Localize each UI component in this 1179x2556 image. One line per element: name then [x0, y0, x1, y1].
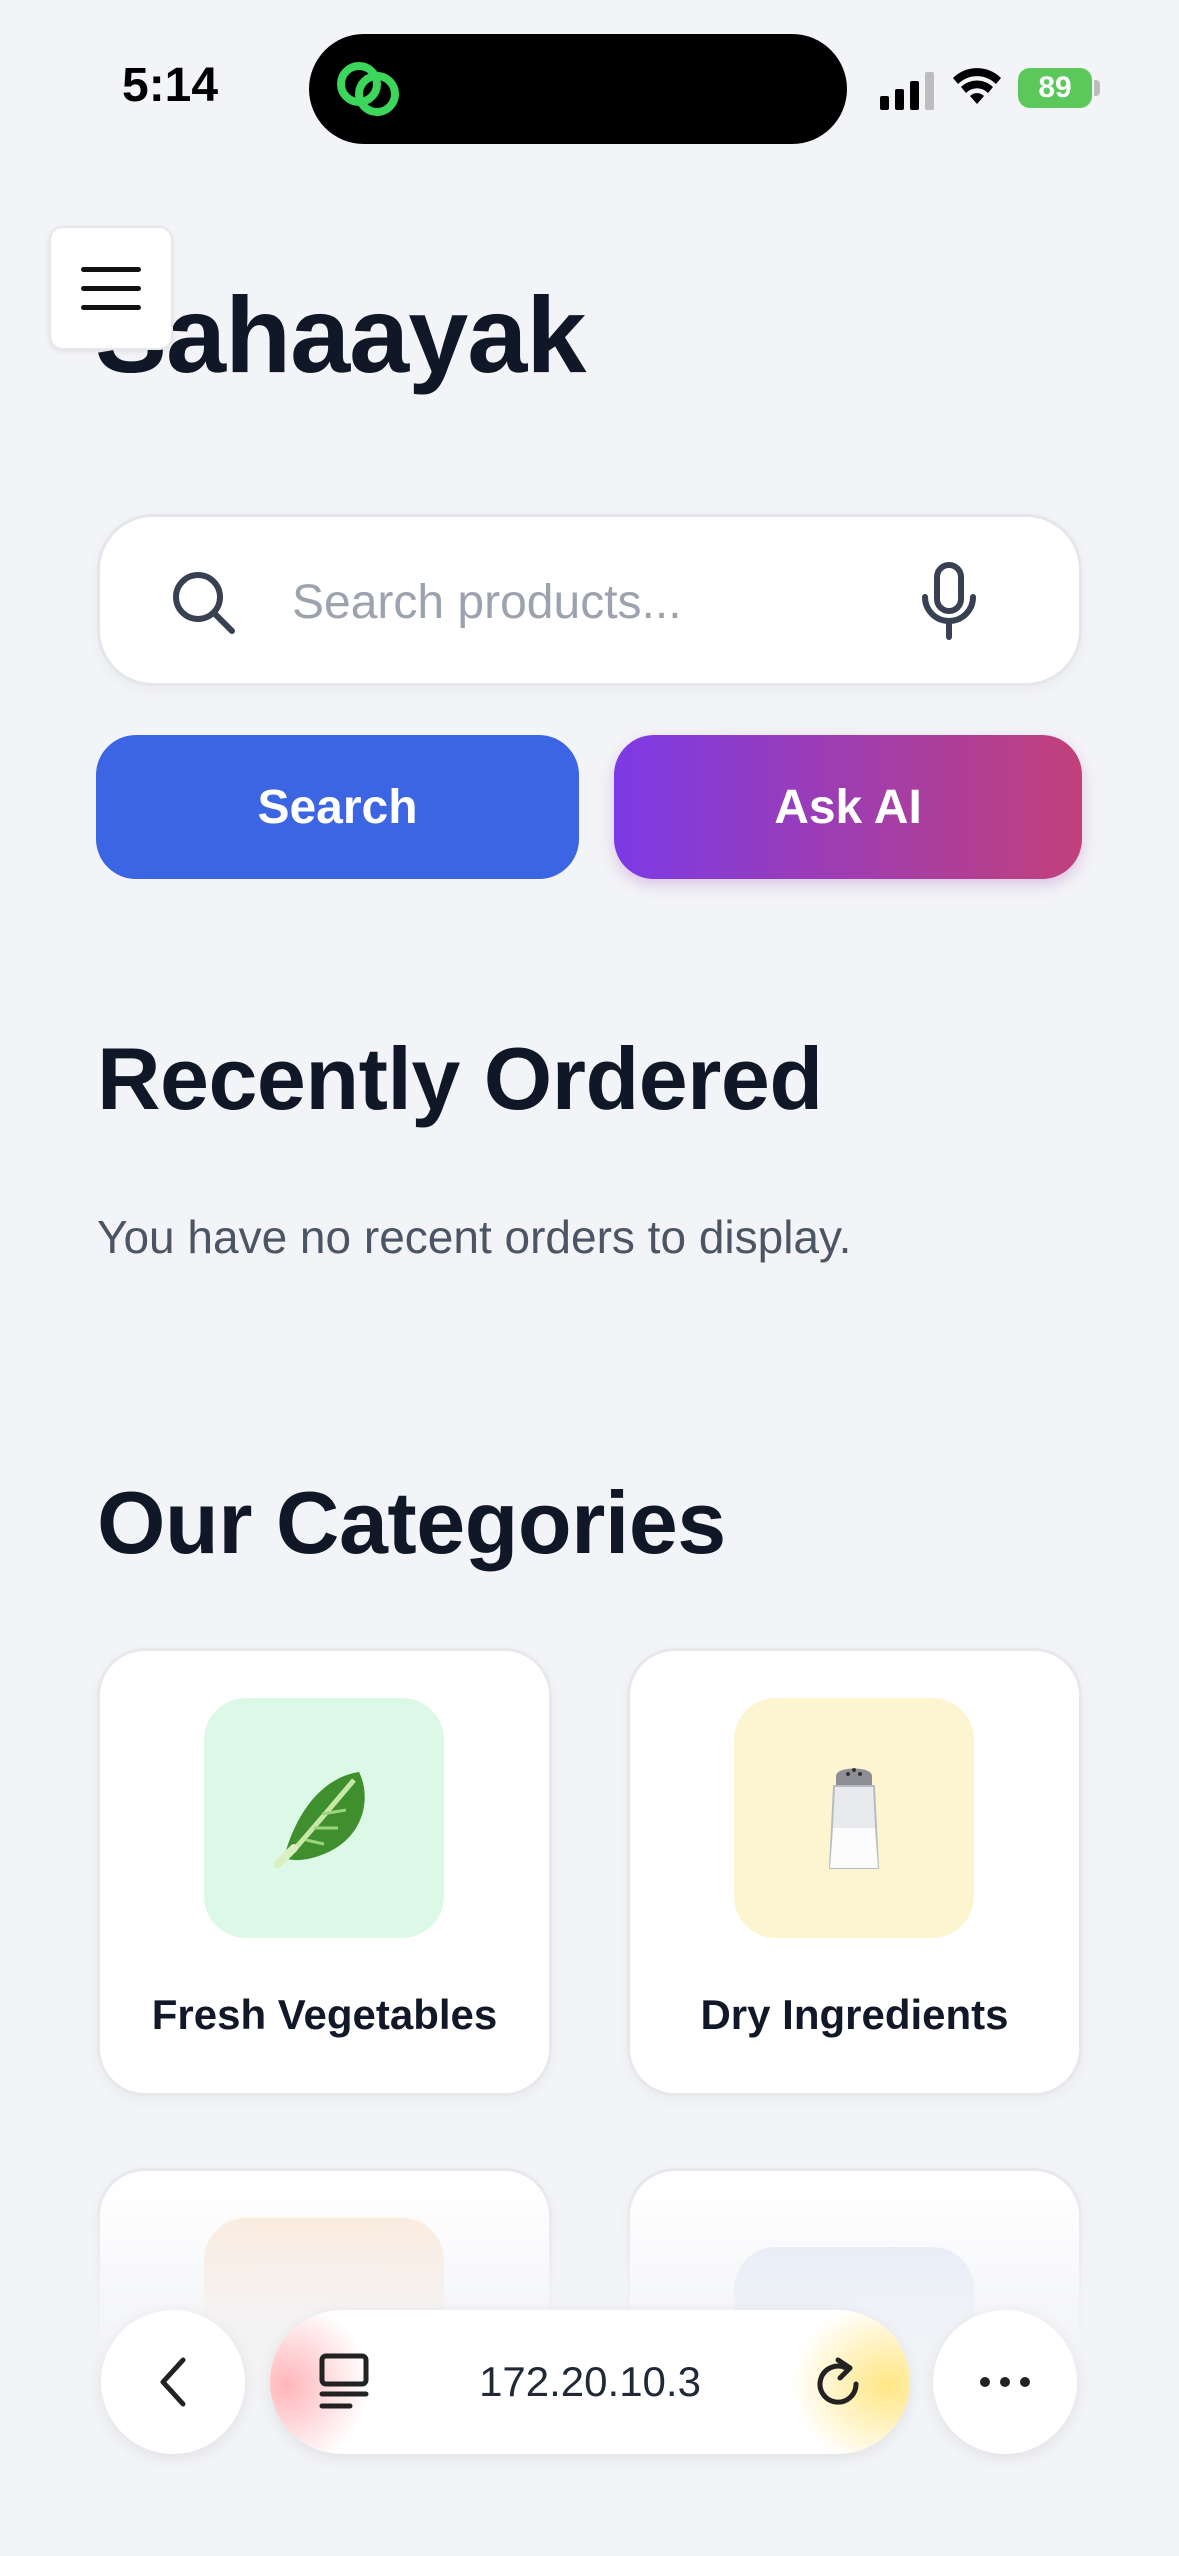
address-bar[interactable]: 172.20.10.3 — [270, 2310, 910, 2454]
chevron-left-icon — [160, 2357, 186, 2407]
battery-cap — [1094, 80, 1100, 96]
search-icon — [173, 572, 235, 634]
wifi-icon — [953, 68, 1001, 104]
battery-indicator: 89 — [1018, 68, 1092, 108]
category-card-dry-ingredients[interactable]: Dry Ingredients — [627, 1648, 1082, 2096]
recently-ordered-heading: Recently Ordered — [97, 1029, 823, 1128]
status-time: 5:14 — [122, 59, 219, 112]
leafy-greens-icon — [204, 1698, 444, 1938]
recent-orders-empty-message: You have no recent orders to display. — [97, 1211, 852, 1263]
status-bar: 5:14 89 — [0, 0, 1179, 170]
reload-icon[interactable] — [810, 2354, 868, 2412]
cellular-signal-icon — [880, 72, 934, 110]
back-button[interactable] — [101, 2310, 245, 2454]
hamburger-menu-button[interactable] — [49, 226, 173, 350]
salt-shaker-icon — [734, 1698, 974, 1938]
link-app-icon — [337, 62, 399, 116]
microphone-icon[interactable] — [918, 561, 980, 641]
category-label: Fresh Vegetables — [151, 1991, 498, 2038]
search-button[interactable]: Search — [96, 735, 579, 879]
salt-icon — [828, 1768, 880, 1869]
dynamic-island — [309, 34, 847, 144]
lettuce-icon — [274, 1772, 365, 1868]
ask-ai-button[interactable]: Ask AI — [614, 735, 1082, 879]
hamburger-menu-icon — [81, 266, 141, 272]
category-card-fresh-vegetables[interactable]: Fresh Vegetables — [97, 1648, 552, 2096]
category-label: Dry Ingredients — [700, 1991, 1009, 2038]
ellipsis-icon — [980, 2377, 1030, 2387]
battery-level: 89 — [1038, 71, 1072, 104]
more-options-button[interactable] — [933, 2310, 1077, 2454]
categories-heading: Our Categories — [97, 1473, 726, 1572]
search-bar — [97, 514, 1082, 686]
search-input[interactable] — [292, 557, 932, 647]
